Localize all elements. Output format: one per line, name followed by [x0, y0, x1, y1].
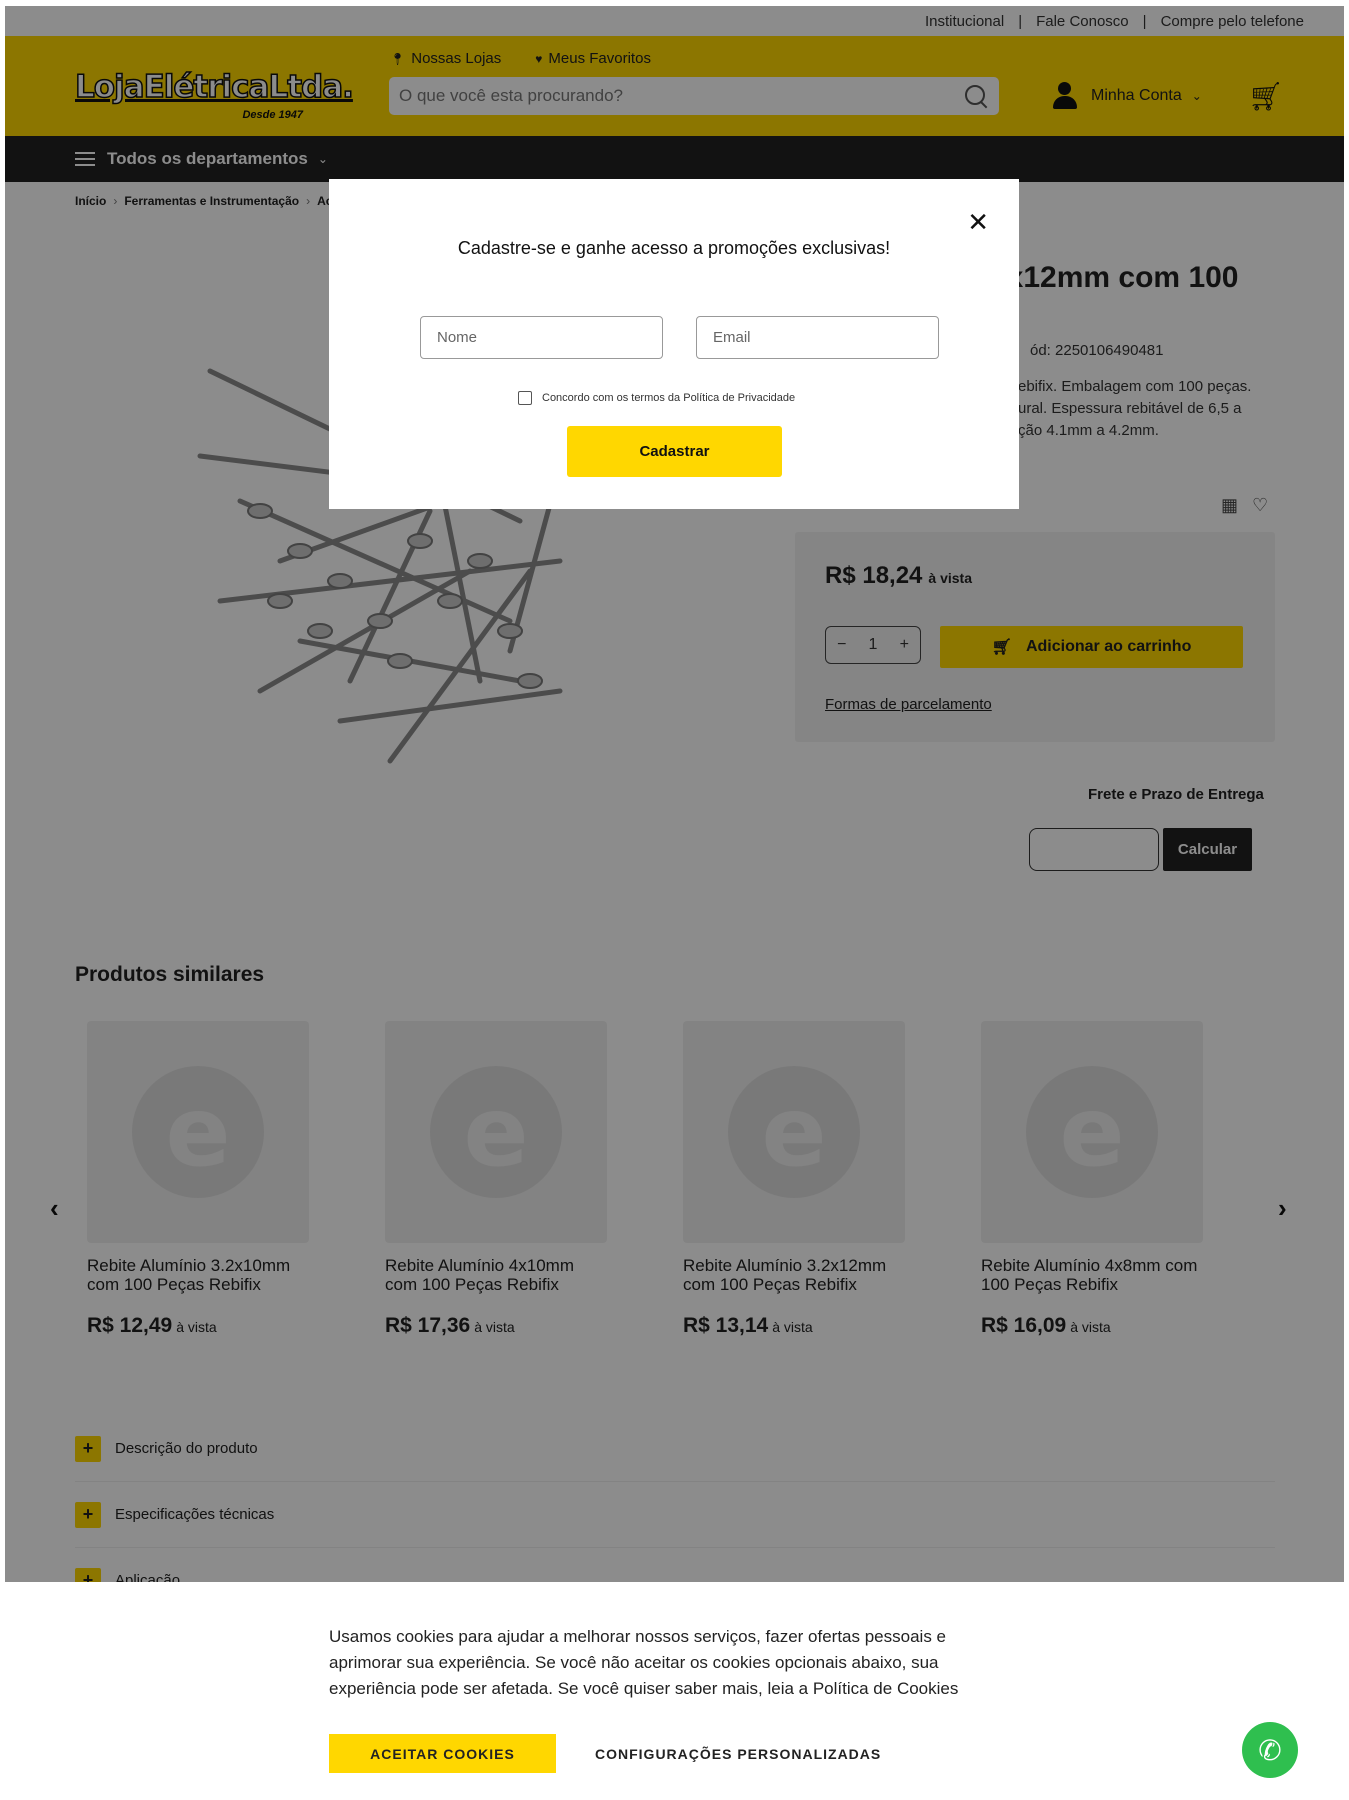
signup-button[interactable]: Cadastrar: [567, 426, 782, 477]
accept-cookies-button[interactable]: ACEITAR COOKIES: [329, 1734, 556, 1773]
modal-title: Cadastre-se e ganhe acesso a promoções e…: [457, 238, 891, 258]
privacy-consent[interactable]: Concordo com os termos da Política de Pr…: [518, 391, 795, 405]
whatsapp-icon[interactable]: ✆: [1242, 1722, 1298, 1778]
page: Institucional | Fale Conosco | Compre pe…: [5, 6, 1344, 1800]
close-icon[interactable]: ✕: [967, 207, 989, 238]
custom-settings-button[interactable]: CONFIGURAÇÕES PERSONALIZADAS: [595, 1734, 881, 1773]
consent-checkbox[interactable]: [518, 391, 532, 405]
consent-label: Concordo com os termos da Política de Pr…: [542, 392, 796, 404]
signup-modal: ✕ Cadastre-se e ganhe acesso a promoções…: [329, 179, 1019, 509]
cookie-banner: Usamos cookies para ajudar a melhorar no…: [5, 1582, 1344, 1800]
name-field[interactable]: [420, 316, 663, 359]
cookie-text: Usamos cookies para ajudar a melhorar no…: [329, 1627, 959, 1698]
email-field[interactable]: [696, 316, 939, 359]
